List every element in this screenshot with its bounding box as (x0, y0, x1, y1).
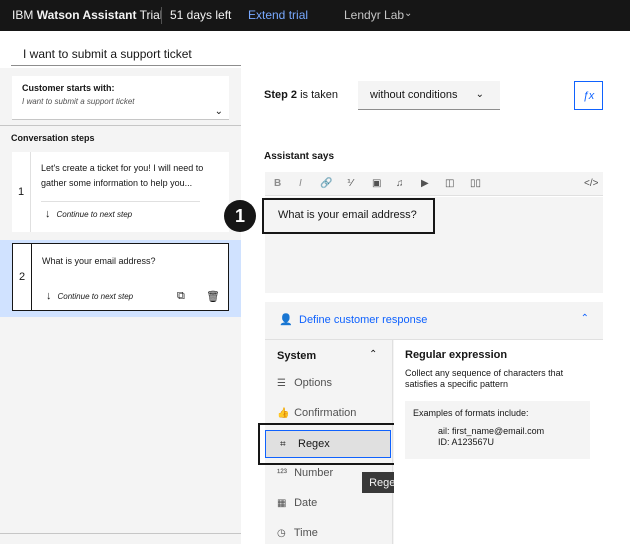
example-id: ID: A123567U (438, 437, 495, 447)
video-icon[interactable]: ▶ (421, 178, 429, 189)
chevron-up-icon[interactable]: ⌃ (581, 313, 589, 324)
audio-icon[interactable]: ♫ (396, 178, 404, 189)
divider (0, 125, 241, 126)
response-type-confirmation[interactable]: 👍 Confirmation (277, 407, 356, 419)
regex-description: Collect any sequence of characters that … (405, 368, 564, 389)
menu-item-label: Date (294, 497, 318, 509)
trial-days-left: 51 days left (170, 8, 232, 22)
divider (41, 201, 200, 202)
step-taken-label: Step 2 is taken (264, 89, 338, 101)
italic-icon[interactable]: I (299, 178, 302, 189)
step-text: Let's create a ticket for you! I will ne… (41, 163, 204, 188)
brand-plan: Trial (139, 8, 163, 22)
code-icon[interactable]: </> (584, 178, 598, 189)
chevron-down-icon: ⌄ (475, 89, 484, 100)
variables-fx-button[interactable]: ƒx (574, 81, 603, 110)
columns-icon[interactable]: ▯▯ (470, 178, 481, 189)
brand-product: Watson Assistant (36, 8, 137, 22)
assistant-says-label: Assistant says (264, 151, 335, 162)
menu-item-label: Time (293, 527, 318, 539)
continue-label: Continue to next step (57, 292, 134, 301)
thumbs-up-icon: 👍 (277, 408, 290, 419)
response-type-time[interactable]: ◷ Time (277, 527, 318, 539)
brand: IBM Watson Assistant Trial (12, 8, 163, 22)
chevron-down-icon[interactable]: ⌄ (215, 106, 223, 117)
step-number: 1 (12, 152, 31, 232)
step-text: What is your email address? (42, 256, 156, 266)
condition-dropdown[interactable]: without conditions ⌄ (358, 81, 500, 110)
examples-box: Examples of formats include: ail: first_… (405, 401, 590, 459)
variable-icon[interactable]: ⅟ (347, 178, 353, 189)
examples-heading: Examples of formats include: (413, 408, 529, 418)
image-icon[interactable]: ▣ (372, 178, 381, 189)
continue-label: Continue to next step (56, 210, 133, 219)
menu-item-label: Number (294, 467, 334, 479)
arrow-down-icon: ↓ (46, 290, 52, 302)
chevron-down-icon[interactable]: ⌄ (404, 8, 412, 19)
user-icon: 👤 (279, 314, 293, 326)
example-email: ail: first_name@email.com (438, 426, 545, 436)
editor-toolbar: B I 🔗 ⅟ ▣ ♫ ▶ ◫ ▯▯ </> (265, 172, 603, 196)
customer-starts-value: I want to submit a support ticket (22, 97, 135, 106)
extend-trial-link[interactable]: Extend trial (248, 8, 308, 22)
instance-switcher[interactable]: Lendyr Lab (344, 8, 404, 22)
calendar-icon: ▦ (277, 498, 287, 509)
callout-1: 1 (224, 200, 256, 232)
response-type-options[interactable]: ☰ Options (277, 377, 332, 389)
duplicate-icon[interactable]: ⧉ (177, 290, 185, 303)
step-label: Step 2 (264, 89, 298, 101)
conversation-steps-panel: Customer starts with: I want to submit a… (0, 68, 241, 544)
define-customer-response-label: Define customer response (299, 314, 428, 326)
arrow-down-icon: ↓ (45, 208, 51, 220)
system-heading: System (277, 350, 317, 362)
step-card-2[interactable]: 2 What is your email address? ↓ Continue … (12, 243, 229, 311)
menu-item-label: Options (294, 377, 332, 389)
topbar-divider (161, 7, 162, 24)
define-customer-response-header[interactable]: 👤 Define customer response ⌃ (265, 302, 603, 340)
assistant-message[interactable]: What is your email address? (262, 198, 435, 234)
link-icon[interactable]: 🔗 (320, 178, 332, 189)
menu-item-label: Confirmation (294, 407, 357, 419)
customer-starts-label: Customer starts with: (22, 83, 115, 93)
brand-prefix: IBM (12, 8, 34, 22)
response-type-number[interactable]: ¹²³ Number (277, 467, 333, 479)
response-type-date[interactable]: ▦ Date (277, 497, 317, 509)
action-title-input[interactable]: I want to submit a support ticket (11, 40, 241, 66)
regex-title: Regular expression (405, 349, 508, 361)
regex-highlight-frame (258, 423, 399, 465)
continue-to-next-step: ↓ Continue to next step (46, 290, 133, 302)
clock-icon: ◷ (277, 528, 286, 539)
customer-starts-with-card[interactable]: Customer starts with: I want to submit a… (12, 76, 229, 120)
continue-to-next-step: ↓ Continue to next step (45, 208, 132, 220)
chevron-up-icon[interactable]: ⌃ (369, 349, 377, 360)
bold-icon[interactable]: B (274, 178, 281, 189)
is-taken-text: is taken (300, 89, 338, 101)
top-bar: IBM Watson Assistant Trial 51 days left … (0, 0, 630, 31)
number-icon: ¹²³ (277, 468, 287, 479)
iframe-icon[interactable]: ◫ (445, 178, 454, 189)
trash-icon[interactable]: 🗑 (206, 290, 220, 303)
step-number: 2 (13, 244, 32, 310)
step-card-1[interactable]: 1 Let's create a ticket for you! I will … (12, 152, 229, 232)
list-icon: ☰ (277, 378, 286, 389)
conversation-steps-label: Conversation steps (11, 133, 95, 143)
condition-value: without conditions (370, 89, 458, 101)
divider (0, 533, 241, 534)
